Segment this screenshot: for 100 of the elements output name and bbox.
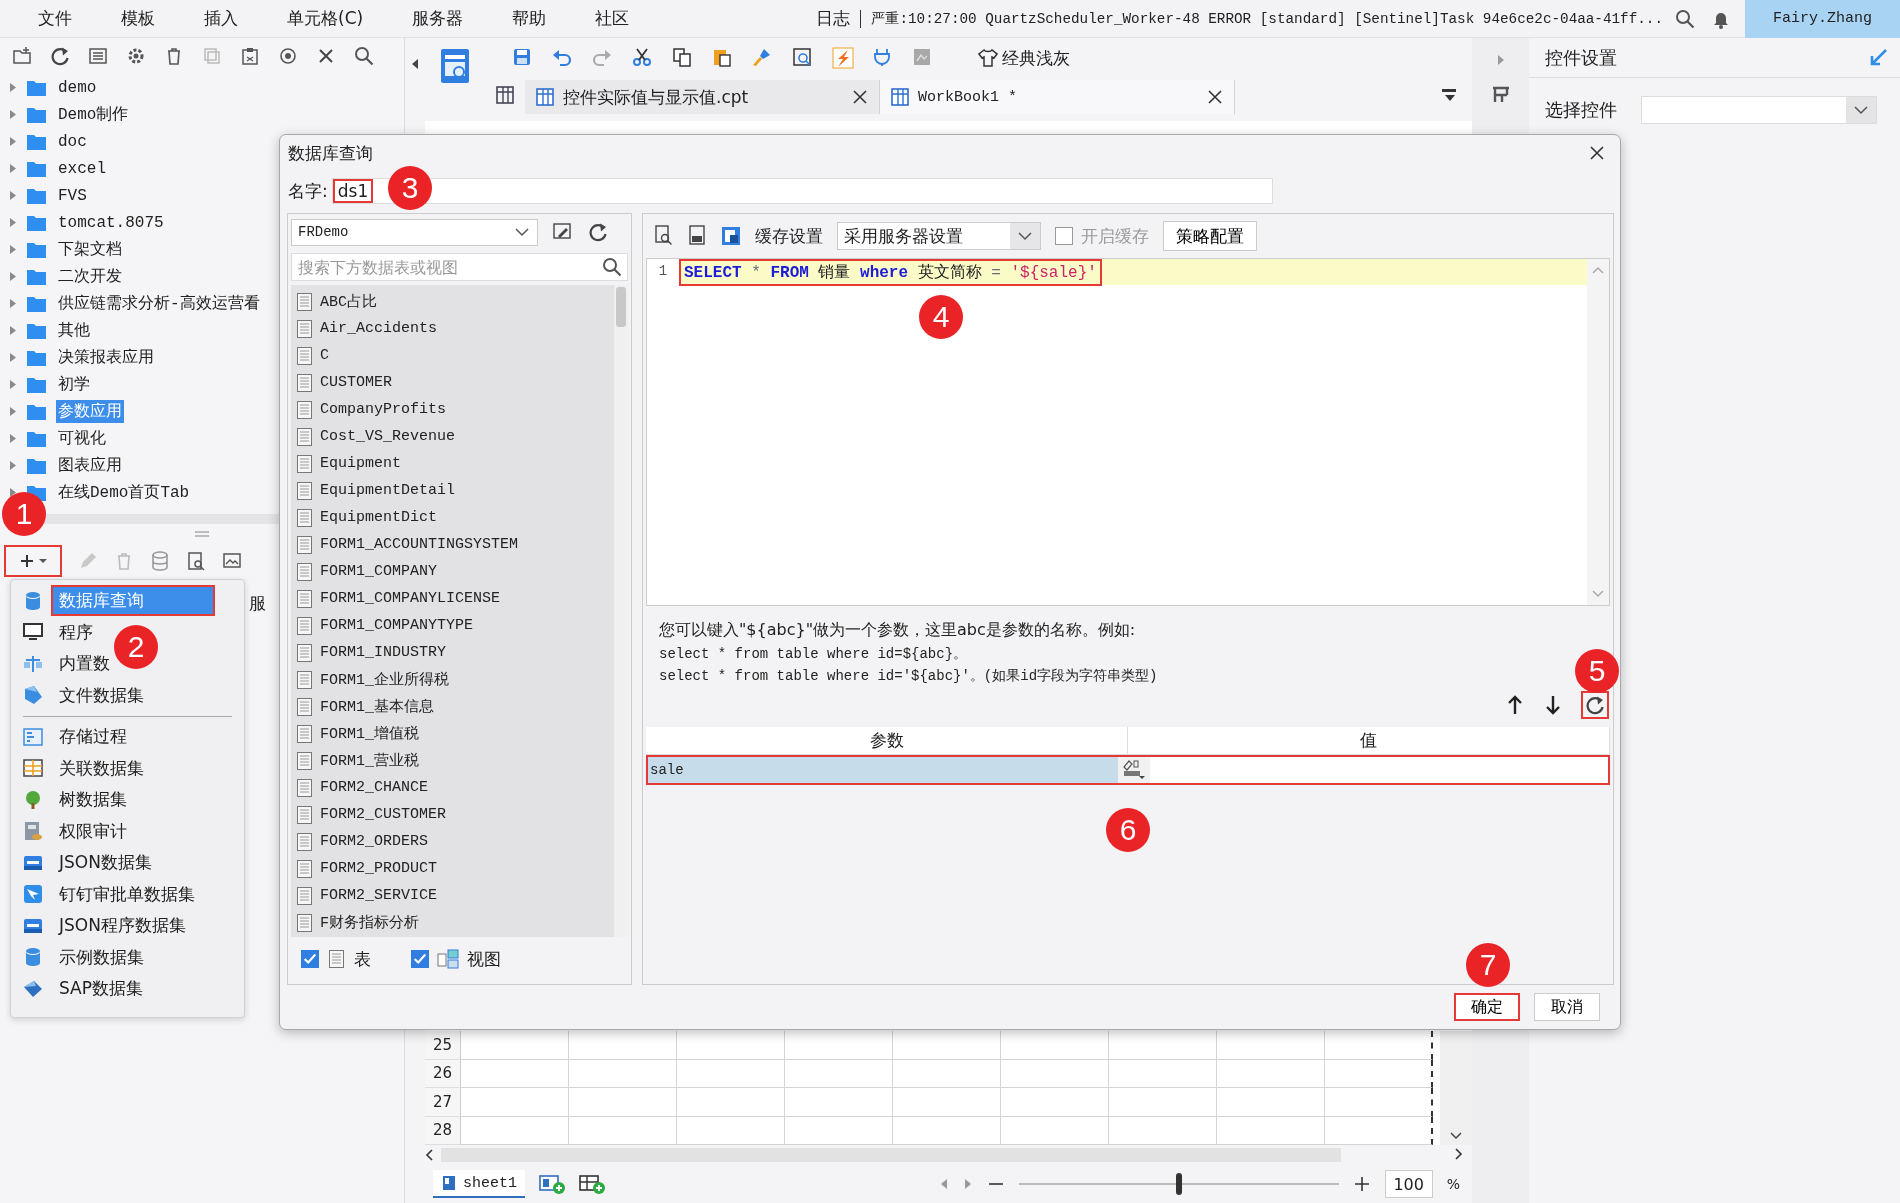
table-name[interactable]: FORM1_基本信息 [320,697,434,716]
scrollbar[interactable] [1440,1031,1472,1145]
zoom-field[interactable]: 100 [1384,1170,1433,1198]
expand-arrow-icon[interactable] [1495,54,1506,66]
user-name[interactable]: Fairy.Zhang [1745,0,1900,38]
search-icon[interactable] [354,46,374,66]
menu-item[interactable]: 单元格(C) [287,7,364,30]
connection-select[interactable]: FRDemo [291,218,538,246]
scrollbar[interactable] [614,285,628,937]
cache-select[interactable]: 采用服务器设置 [837,222,1041,250]
menu-item[interactable]: 关联数据集 [53,754,213,782]
folder-label[interactable]: 决策报表应用 [56,346,156,369]
expand-arrow-icon[interactable] [9,460,17,471]
sql-file-icon[interactable] [687,225,707,247]
table-name[interactable]: CUSTOMER [320,374,392,391]
table-name[interactable]: FORM1_COMPANY [320,563,438,580]
tab-label[interactable]: 控件实际值与显示值.cpt [563,85,843,109]
folder-label[interactable]: Demo制作 [56,103,131,126]
menu-item[interactable]: JSON程序数据集 [53,912,213,940]
expand-arrow-icon[interactable] [9,298,17,309]
close-icon[interactable] [1206,88,1224,106]
scroll-left-icon[interactable] [425,1148,435,1162]
table-name[interactable]: C [320,347,329,364]
select-field[interactable] [1641,96,1877,124]
folder-label[interactable]: 图表应用 [56,454,124,477]
expand-arrow-icon[interactable] [9,271,17,282]
menu-item[interactable]: 权限审计 [53,817,213,845]
grip-icon[interactable] [195,530,209,538]
table-name[interactable]: Air_Accidents [320,320,438,337]
table-name[interactable]: FORM2_SERVICE [320,887,438,904]
table-name[interactable]: EquipmentDict [320,509,438,526]
expand-arrow-icon[interactable] [9,217,17,228]
scissors-icon[interactable] [632,47,654,69]
menu-item[interactable]: SAP数据集 [53,975,213,1003]
refresh-icon[interactable] [588,222,608,242]
table-name[interactable]: FORM2_CUSTOMER [320,806,447,823]
folder-label[interactable]: 其他 [56,319,92,342]
copy-icon[interactable] [672,47,694,69]
preview-icon[interactable] [792,47,814,69]
table-name[interactable]: FORM1_企业所得税 [320,670,449,689]
preview-icon[interactable] [186,551,206,571]
expand-arrow-icon[interactable] [9,244,17,255]
list-icon[interactable] [88,46,108,66]
tab-label[interactable]: WorkBook1 * [918,88,1198,106]
folder-label[interactable]: 在线Demo首页Tab [56,481,192,504]
scroll-down-icon[interactable] [1449,1131,1463,1141]
ok-button[interactable]: 确定 [1454,993,1520,1021]
expand-arrow-icon[interactable] [9,136,17,147]
menu-item[interactable]: 文件 [38,7,72,30]
checkbox[interactable] [1055,227,1073,245]
folder-label[interactable]: 供应链需求分析-高效运营看 [56,292,262,315]
expand-arrow-icon[interactable] [9,325,17,336]
expand-arrow-icon[interactable] [9,487,17,498]
undo-icon[interactable] [552,47,574,69]
lightning-icon[interactable] [832,47,854,69]
expand-arrow-icon[interactable] [9,190,17,201]
document-tab[interactable]: 控件实际值与显示值.cpt [525,80,880,114]
target-icon[interactable] [278,46,298,66]
document-tab[interactable]: WorkBook1 * [880,80,1235,114]
new-folder-icon[interactable] [12,46,32,66]
folder-label[interactable]: excel [56,158,108,179]
folder-label[interactable]: 可视化 [56,427,108,450]
table-name[interactable]: CompanyProfits [320,401,447,418]
grid-cell[interactable] [1325,1088,1433,1117]
refresh-icon[interactable] [50,46,70,66]
add-sheet-icon[interactable] [539,1173,565,1195]
menu-item[interactable]: 示例数据集 [53,943,213,971]
strategy-button[interactable]: 策略配置 [1163,221,1257,251]
expand-arrow-icon[interactable] [9,82,17,93]
database-icon[interactable] [150,551,170,571]
collapse-arrow-icon[interactable] [410,58,420,70]
menu-item[interactable]: 插入 [204,7,238,30]
menu-item[interactable]: 文件数据集 [53,681,213,709]
menu-item[interactable]: 树数据集 [53,786,213,814]
folder-label[interactable]: demo [56,77,99,98]
cache-icon[interactable] [721,225,741,247]
table-name[interactable]: FORM1_营业税 [320,751,419,770]
panel-tab[interactable]: 服 [249,592,266,616]
menu-item[interactable]: 存储过程 [53,723,213,751]
menu-item[interactable]: 钉钉审批单数据集 [53,880,213,908]
clipboard-icon[interactable] [240,46,260,66]
cancel-button[interactable]: 取消 [1534,993,1600,1021]
log-link[interactable]: 日志 [816,7,851,30]
expand-arrow-icon[interactable] [9,109,17,120]
add-sheet-icon[interactable] [579,1173,605,1195]
sheet-tab[interactable]: sheet1 [433,1170,525,1198]
folder-label[interactable]: 二次开发 [56,265,124,288]
image-icon[interactable] [222,551,242,571]
scroll-right-icon[interactable] [1454,1146,1464,1161]
table-name[interactable]: Equipment [320,455,401,472]
scroll-up-icon[interactable] [1591,265,1605,275]
preview-icon[interactable] [653,225,673,247]
parameter-row[interactable]: sale [646,755,1610,785]
table-name[interactable]: FORM2_CHANCE [320,779,429,796]
type-icon[interactable] [1122,759,1146,781]
menu-item[interactable]: 服务器 [412,7,464,30]
folder-label[interactable]: FVS [56,185,89,206]
table-name[interactable]: F财务指标分析 [320,913,419,932]
search-field[interactable]: 搜索下方数据表或视图 [291,253,628,281]
table-name[interactable]: FORM1_增值税 [320,724,419,743]
